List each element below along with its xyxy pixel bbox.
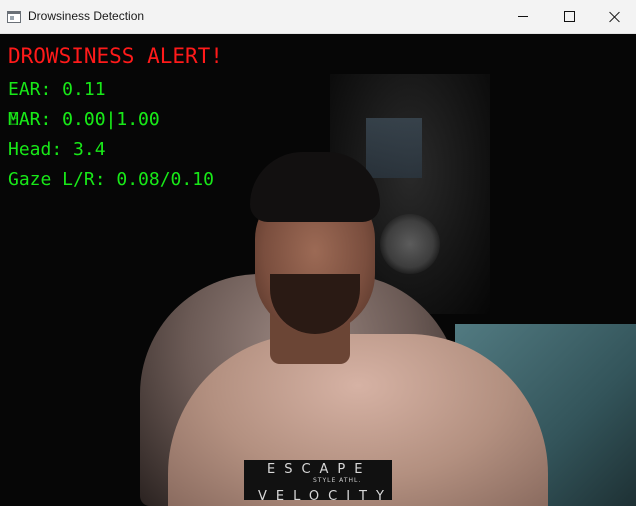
maximize-icon [563, 11, 575, 22]
shirt-text-escape: ESCAPE [267, 462, 372, 477]
minimize-icon [518, 16, 528, 17]
minimize-button[interactable] [500, 0, 546, 33]
mar-readout: MAR: 0.00|1.00 [8, 109, 160, 130]
wall-calendar [366, 118, 422, 178]
window-title: Drowsiness Detection [28, 9, 145, 23]
drowsiness-alert: DROWSINESS ALERT! [8, 44, 223, 68]
close-button[interactable] [592, 0, 636, 33]
maximize-button[interactable] [546, 0, 592, 33]
close-icon [609, 11, 621, 23]
table-fan [380, 214, 440, 274]
ear-readout: EAR: 0.11 [8, 79, 106, 100]
title-bar[interactable]: Drowsiness Detection [0, 0, 636, 34]
camera-feed: ESCAPE STYLE ATHL. VELOCITY DROWSINESS A… [0, 34, 636, 506]
app-window-icon [7, 11, 21, 23]
app-window: Drowsiness Detection ESCAPE STYLE ATHL. … [0, 0, 636, 506]
shirt-text-velocity: VELOCITY [258, 489, 393, 504]
shirt-text-style: STYLE ATHL. [313, 477, 362, 484]
gaze-readout: Gaze L/R: 0.08/0.10 [8, 169, 214, 190]
head-readout: Head: 3.4 [8, 139, 106, 160]
